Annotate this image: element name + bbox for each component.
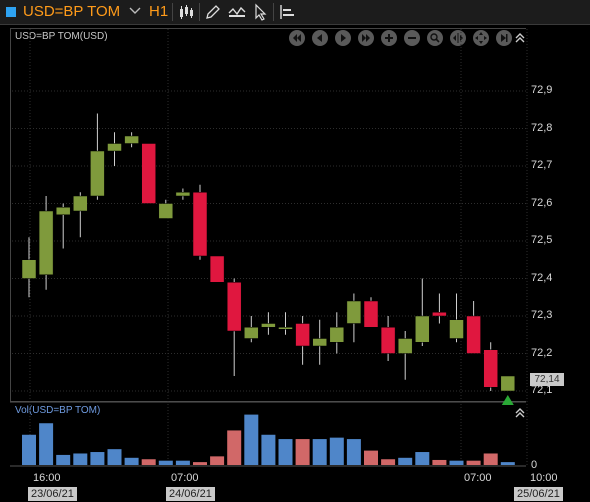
candle-body (466, 315, 481, 354)
candle-body (192, 192, 208, 257)
candle-body (295, 323, 310, 347)
candle-body (73, 195, 88, 212)
volume-bar (312, 439, 327, 465)
volume-bar (73, 453, 88, 465)
volume-bar (483, 453, 498, 465)
candle-body (483, 349, 498, 388)
volume-bar (141, 459, 156, 465)
candle-body (312, 338, 327, 347)
volume-bar (398, 457, 413, 465)
volume-bar (466, 460, 481, 465)
candle-body (124, 135, 139, 144)
volume-bar (432, 459, 447, 465)
candle-body (449, 319, 464, 339)
volume-bar (158, 460, 173, 465)
volume-bar (295, 439, 310, 465)
volume-bar (193, 462, 207, 465)
volume-bar (90, 452, 105, 465)
volume-bar (22, 434, 36, 465)
candle-body (209, 255, 225, 283)
candle-body (175, 192, 191, 197)
candle-body (90, 150, 105, 197)
volume-bar (227, 430, 242, 465)
volume-bar (346, 439, 361, 465)
candle-body (380, 327, 396, 354)
volume-bar (415, 452, 430, 465)
candle-body (261, 323, 276, 328)
price-chart[interactable] (0, 0, 590, 502)
candle-body (38, 210, 54, 275)
candle-body (415, 315, 430, 343)
candle-body (21, 259, 37, 279)
volume-bar (261, 434, 276, 465)
candle-body (55, 207, 71, 215)
volume-bar (56, 454, 71, 465)
candle-body (107, 143, 122, 152)
candle-body (158, 203, 174, 219)
candle-body (346, 300, 362, 324)
candle-body (141, 143, 156, 204)
candle-body (397, 338, 413, 354)
volume-bar (449, 460, 464, 465)
volume-bar (364, 450, 378, 465)
volume-bar (210, 456, 225, 465)
candle-body (226, 282, 242, 332)
volume-bar (329, 437, 344, 465)
candle-body (244, 327, 259, 339)
candle-body (278, 327, 293, 330)
current-price-arrow-icon (501, 395, 514, 405)
volume-bar (278, 439, 293, 465)
candle-body (329, 327, 345, 343)
volume-bar (381, 459, 396, 465)
volume-bar (500, 462, 515, 465)
volume-bar (175, 460, 190, 465)
volume-bar (244, 414, 259, 465)
candle-body (432, 312, 447, 317)
volume-bar (124, 457, 139, 465)
candle-body (500, 375, 516, 392)
candle-body (363, 300, 379, 328)
volume-bar (107, 449, 122, 465)
volume-bar (39, 423, 54, 465)
